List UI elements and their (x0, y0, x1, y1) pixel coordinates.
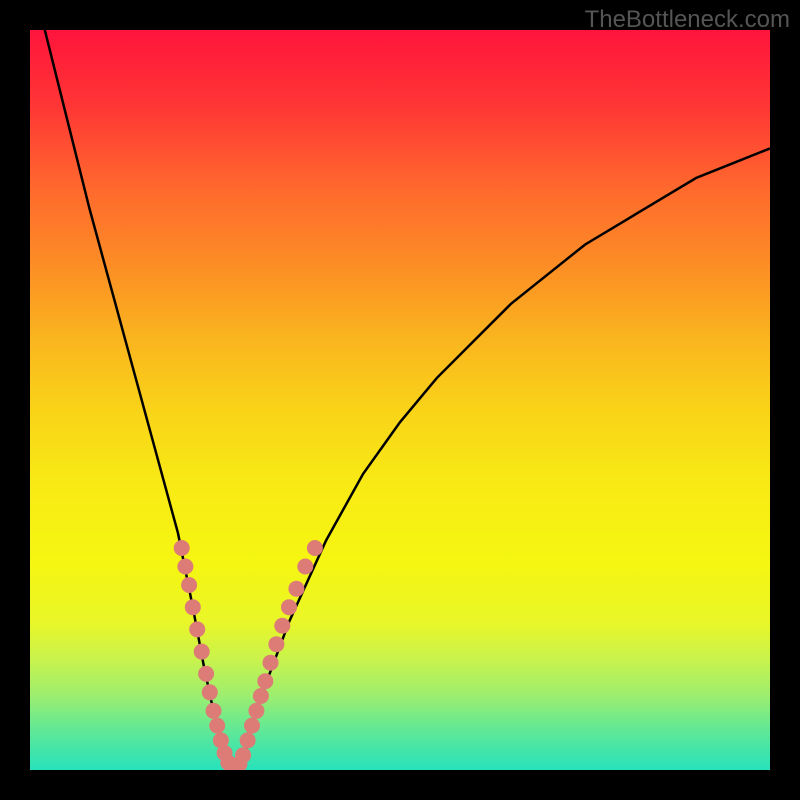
highlight-dot (307, 540, 323, 556)
highlight-dot (288, 581, 304, 597)
highlight-dot (177, 559, 193, 575)
highlight-dot (281, 599, 297, 615)
highlight-dot (244, 718, 260, 734)
highlight-dot (174, 540, 190, 556)
highlight-dot (263, 655, 279, 671)
chart-root: TheBottleneck.com (0, 0, 800, 800)
highlight-dot (181, 577, 197, 593)
watermark-text: TheBottleneck.com (585, 6, 790, 34)
curve-svg (30, 30, 770, 770)
highlight-dot (268, 636, 284, 652)
highlight-dot (240, 732, 256, 748)
highlight-dot (248, 703, 264, 719)
highlight-dot (253, 688, 269, 704)
highlight-dot (297, 559, 313, 575)
highlight-dot (206, 703, 222, 719)
highlight-dot (257, 673, 273, 689)
highlight-dot (194, 644, 210, 660)
highlight-dot (198, 666, 214, 682)
highlight-dots-group (174, 540, 323, 770)
highlight-dot (274, 618, 290, 634)
bottleneck-curve-path (45, 30, 770, 770)
highlight-dot (202, 684, 218, 700)
highlight-dot (209, 718, 225, 734)
highlight-dot (189, 621, 205, 637)
highlight-dot (235, 747, 251, 763)
highlight-dot (185, 599, 201, 615)
plot-area (30, 30, 770, 770)
